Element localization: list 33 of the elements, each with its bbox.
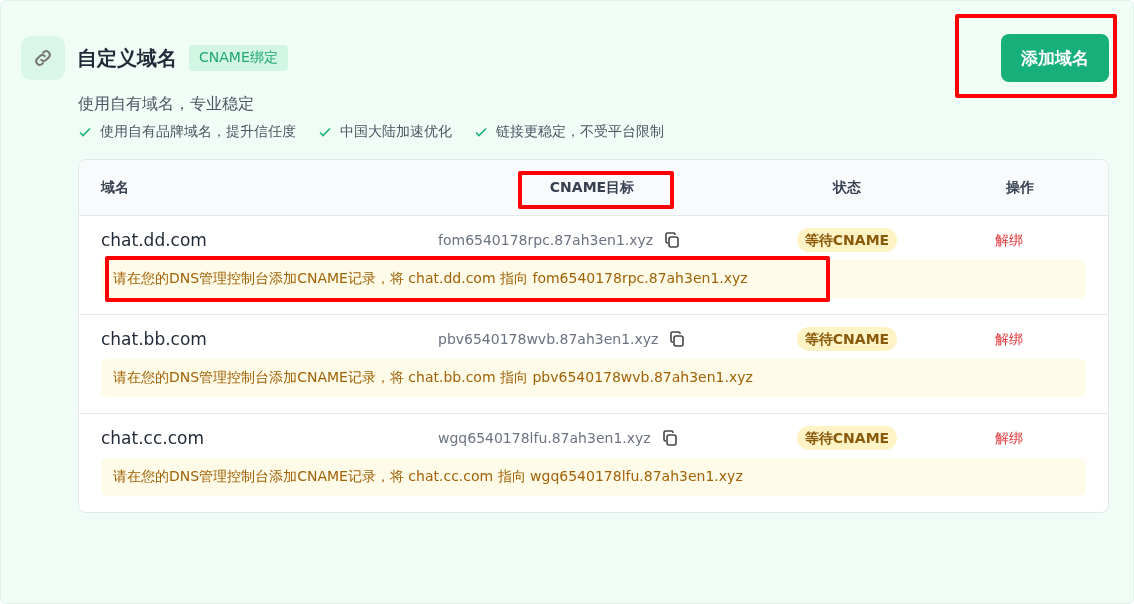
- check-icon: [78, 125, 92, 139]
- status-badge: 等待CNAME: [796, 426, 898, 450]
- status-badge: 等待CNAME: [796, 228, 898, 252]
- target-cell: pbv6540178wvb.87ah3en1.xyz: [438, 331, 659, 347]
- feature-text: 使用自有品牌域名，提升信任度: [100, 123, 296, 141]
- domain-cell: chat.bb.com: [101, 329, 207, 349]
- copy-icon[interactable]: [668, 330, 687, 348]
- column-header: CNAME目标: [549, 178, 635, 195]
- check-icon: [474, 125, 488, 139]
- subtitle: 使用自有域名，专业稳定: [78, 94, 255, 115]
- link-icon: [21, 36, 65, 80]
- column-header: 操作: [1006, 178, 1034, 195]
- domain-cell: chat.cc.com: [101, 428, 204, 448]
- copy-icon[interactable]: [660, 429, 679, 447]
- cname-tag: CNAME绑定: [189, 45, 288, 71]
- check-icon: [318, 125, 332, 139]
- column-header: 域名: [101, 178, 129, 195]
- unbind-link[interactable]: 解绑: [995, 232, 1023, 248]
- target-cell: wgq6540178lfu.87ah3en1.xyz: [438, 430, 651, 446]
- status-badge: 等待CNAME: [796, 327, 898, 351]
- unbind-link[interactable]: 解绑: [995, 430, 1023, 446]
- copy-icon[interactable]: [663, 231, 682, 249]
- hint-text: 请在您的DNS管理控制台添加CNAME记录，将 chat.bb.com 指向 pbv6540178wvb.87ah3en1.xyz: [113, 369, 753, 385]
- column-header: 状态: [833, 178, 861, 195]
- section-title: 自定义域名: [77, 44, 177, 72]
- hint-text: 请在您的DNS管理控制台添加CNAME记录，将 chat.dd.com 指向 fom6540178rpc.87ah3en1.xyz: [113, 270, 748, 286]
- feature-text: 中国大陆加速优化: [340, 123, 452, 141]
- add-domain-button[interactable]: 添加域名: [1001, 34, 1109, 82]
- hint-text: 请在您的DNS管理控制台添加CNAME记录，将 chat.cc.com 指向 wgq6540178lfu.87ah3en1.xyz: [113, 468, 743, 484]
- feature-text: 链接更稳定，不受平台限制: [496, 123, 664, 141]
- domain-cell: chat.dd.com: [101, 230, 207, 250]
- unbind-link[interactable]: 解绑: [995, 331, 1023, 347]
- target-cell: fom6540178rpc.87ah3en1.xyz: [438, 232, 654, 248]
